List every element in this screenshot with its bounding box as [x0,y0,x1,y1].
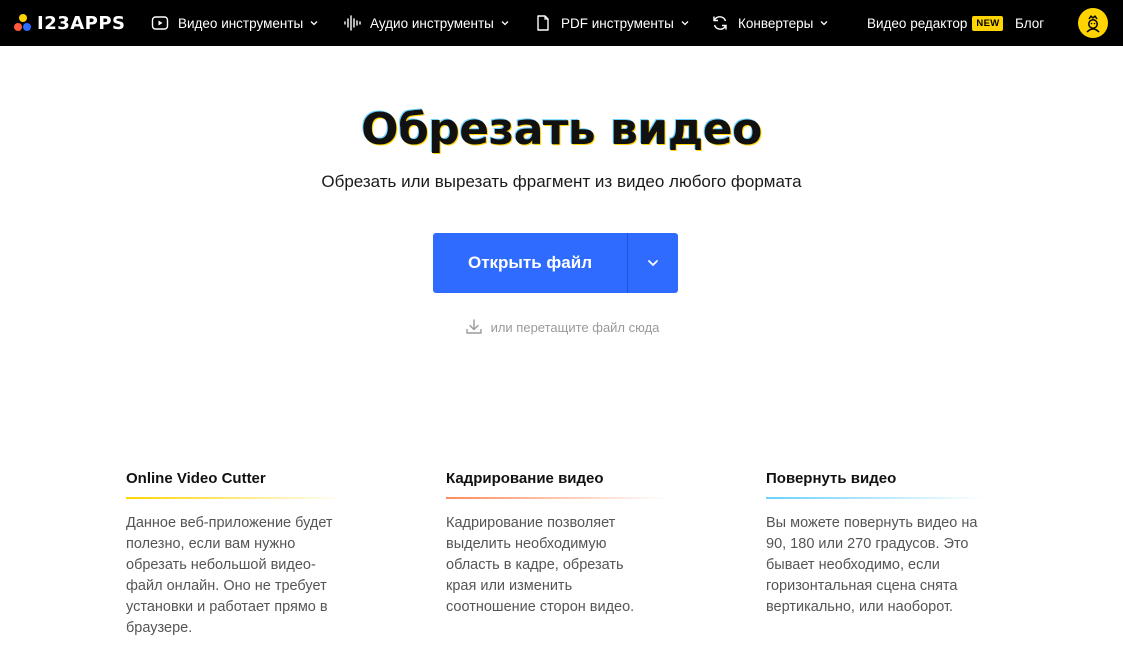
play-icon [151,14,169,32]
feature-text: Кадрирование позволяет выделить необходи… [446,515,635,615]
chevron-down-icon [310,21,318,26]
logo-icon [13,13,33,33]
nav-video-editor-label: Видео редактор [867,15,968,31]
nav-audio-tools[interactable]: Аудио инструменты [343,0,510,46]
open-file-button-group: Открыть файл [433,233,678,293]
logo-text: I23APPS [37,12,126,34]
feature-divider [766,497,986,499]
nav-pdf-tools[interactable]: PDF инструменты [534,0,690,46]
drop-zone-hint[interactable]: или перетащите файл сюда [0,317,1123,337]
nav-blog-label: Блог [1015,15,1045,31]
feature-title: Кадрирование видео [446,470,604,487]
drop-hint-label: или перетащите файл сюда [490,319,660,335]
chevron-down-icon [820,21,828,26]
nav-blog[interactable]: Блог [1015,0,1044,46]
nav-video-editor[interactable]: Видео редактор NEW [867,0,1004,46]
feature-divider [126,497,346,499]
chevron-down-icon [648,260,658,267]
logo[interactable]: I23APPS [13,12,126,34]
user-avatar-icon[interactable] [1078,8,1108,38]
nav-video-tools[interactable]: Видео инструменты [151,0,319,46]
feature-online-cutter: Online Video Cutter Данное веб-приложени… [126,470,366,639]
nav-pdf-tools-label: PDF инструменты [561,15,674,31]
feature-text: Вы можете повернуть видео на 90, 180 или… [766,515,978,615]
download-icon [465,319,482,334]
feature-crop-video: Кадрирование видео Кадрирование позволяе… [446,470,686,618]
nav-video-tools-label: Видео инструменты [178,15,304,31]
page-title: Обрезать видео [361,104,762,155]
open-file-button[interactable]: Открыть файл [433,233,627,293]
nav-converters-label: Конвертеры [738,15,814,31]
new-badge: NEW [972,15,1004,31]
top-nav: I23APPS Видео инструменты Аудио инструме… [0,0,1123,46]
feature-title: Online Video Cutter [126,470,266,487]
feature-divider [446,497,666,499]
feature-text: Данное веб-приложение будет полезно, есл… [126,515,333,636]
convert-icon [711,14,729,32]
nav-audio-tools-label: Аудио инструменты [370,15,494,31]
audio-wave-icon [343,14,361,32]
nav-converters[interactable]: Конвертеры [711,0,829,46]
feature-rotate-video: Повернуть видео Вы можете повернуть виде… [766,470,1006,618]
open-file-dropdown-button[interactable] [628,233,678,293]
page-subtitle: Обрезать или вырезать фрагмент из видео … [321,172,802,191]
chevron-down-icon [681,21,689,26]
chevron-down-icon [501,21,509,26]
feature-title: Повернуть видео [766,470,897,487]
document-icon [534,14,552,32]
